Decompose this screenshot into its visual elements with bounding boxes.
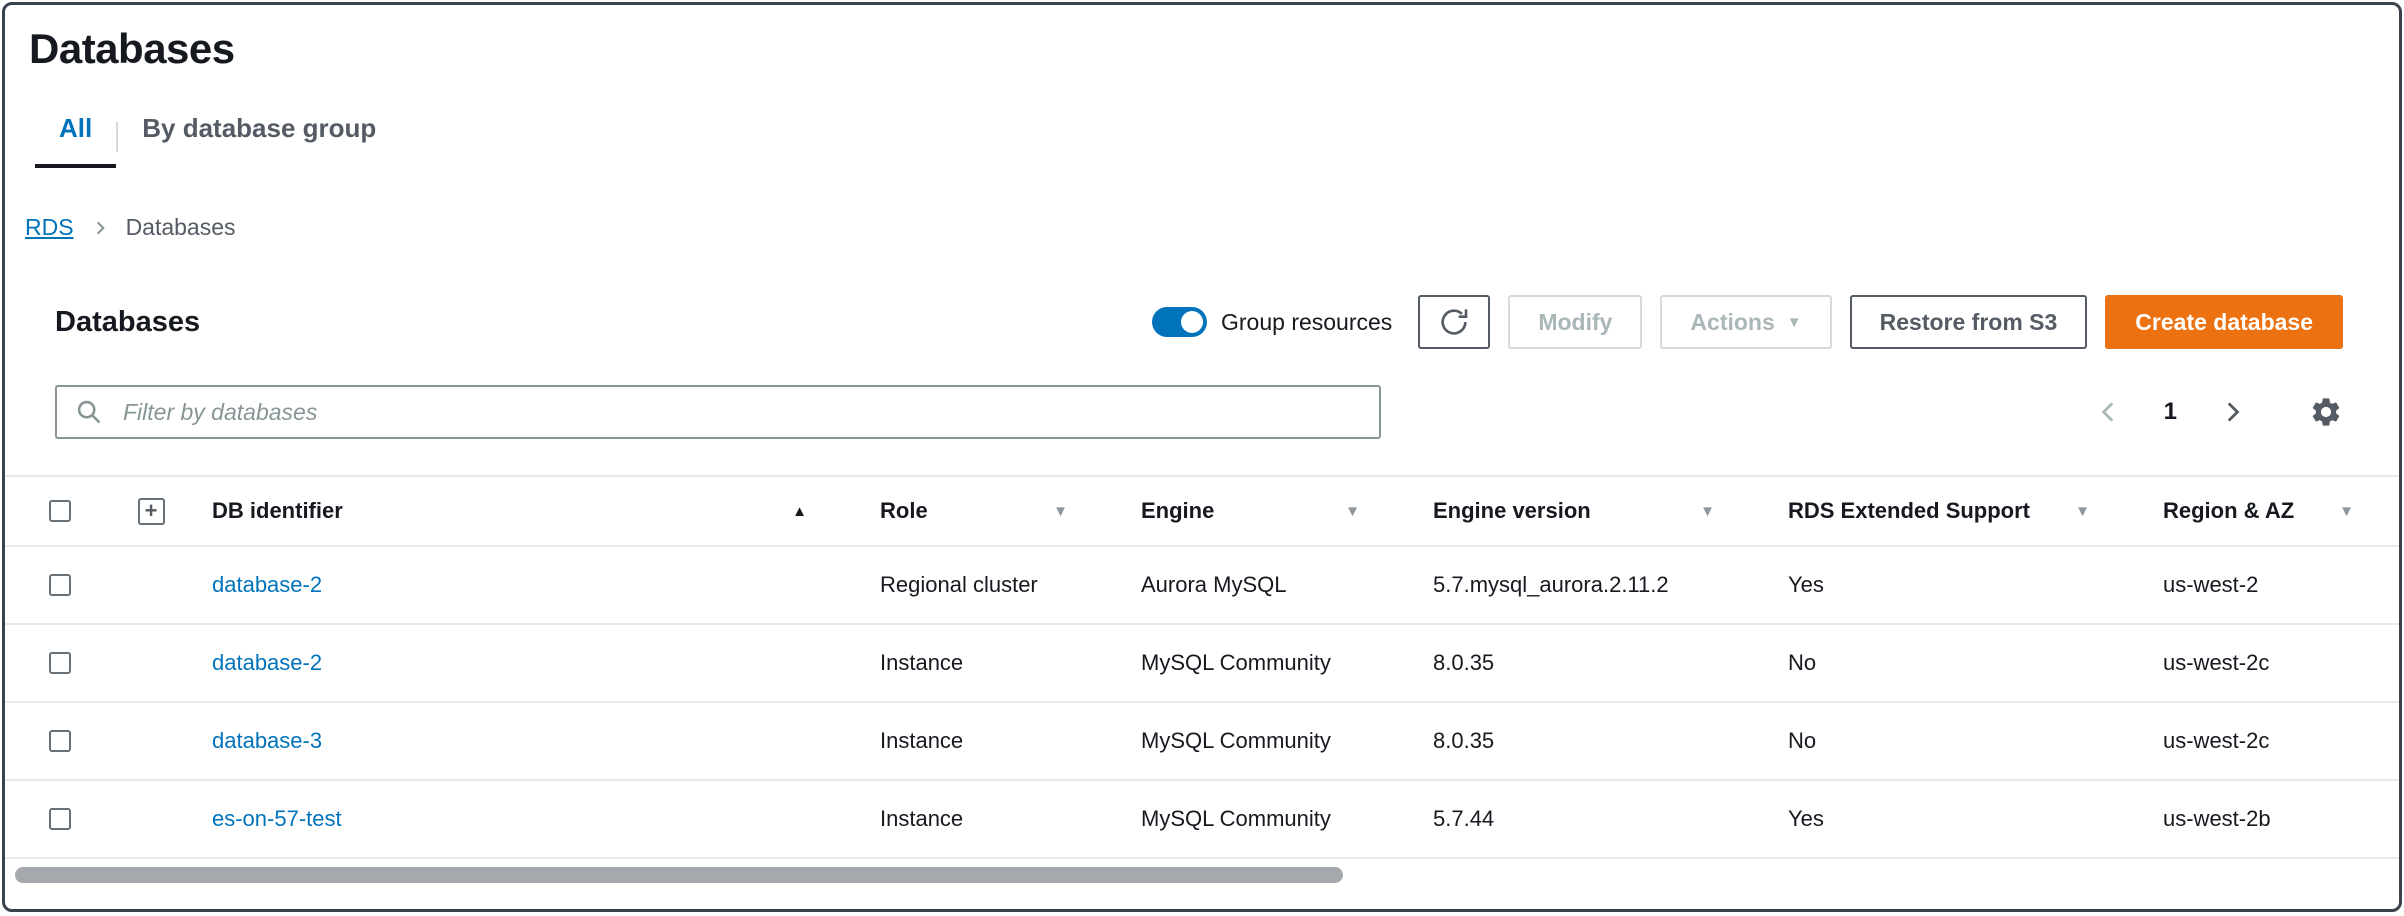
- engine-value: MySQL Community: [1141, 806, 1331, 832]
- role-value: Instance: [880, 728, 963, 754]
- chevron-right-icon: [2219, 399, 2245, 425]
- tab-by-database-group-label: By database group: [142, 113, 376, 143]
- panel-title: Databases: [55, 306, 200, 339]
- column-header-db-identifier[interactable]: DB identifier ▲: [187, 498, 852, 524]
- select-all-checkbox[interactable]: [49, 500, 71, 522]
- column-header-role[interactable]: Role ▼: [852, 498, 1113, 524]
- engine-version-value: 5.7.44: [1433, 806, 1494, 832]
- rds-extended-support-value: No: [1788, 650, 1816, 676]
- modify-button[interactable]: Modify: [1508, 295, 1642, 349]
- caret-down-icon: ▼: [1345, 503, 1360, 520]
- databases-table: + DB identifier ▲ Role ▼ Engine ▼ Engine…: [5, 475, 2399, 859]
- rds-extended-support-value: No: [1788, 728, 1816, 754]
- group-resources-toggle[interactable]: Group resources: [1152, 307, 1392, 337]
- chevron-left-icon: [2096, 399, 2122, 425]
- region-az-value: us-west-2: [2163, 572, 2258, 598]
- filter-row: 1: [55, 385, 2343, 439]
- caret-down-icon: ▼: [2075, 503, 2090, 520]
- gear-icon: [2309, 395, 2343, 429]
- rds-extended-support-value: Yes: [1788, 806, 1824, 832]
- breadcrumb-current: Databases: [126, 214, 236, 241]
- horizontal-scroll-track: [15, 867, 2389, 884]
- role-value: Regional cluster: [880, 572, 1038, 598]
- rds-databases-page: Databases All By database group RDS Data…: [2, 2, 2402, 912]
- table-row: database-2 Instance MySQL Community 8.0.…: [5, 625, 2399, 703]
- table-row: es-on-57-test Instance MySQL Community 5…: [5, 781, 2399, 859]
- role-value: Instance: [880, 806, 963, 832]
- row-checkbox[interactable]: [49, 652, 71, 674]
- tab-all-label: All: [59, 113, 92, 143]
- db-identifier-link[interactable]: es-on-57-test: [212, 806, 342, 832]
- header-expand-cell: +: [115, 498, 187, 525]
- horizontal-scrollbar[interactable]: [15, 867, 1343, 883]
- column-header-region-az[interactable]: Region & AZ ▼: [2135, 498, 2399, 524]
- engine-version-value: 5.7.mysql_aurora.2.11.2: [1433, 572, 1669, 598]
- refresh-button[interactable]: [1418, 295, 1490, 349]
- create-database-button[interactable]: Create database: [2105, 295, 2343, 349]
- column-header-engine-version[interactable]: Engine version ▼: [1405, 498, 1760, 524]
- header-checkbox-cell: [5, 500, 115, 522]
- engine-value: MySQL Community: [1141, 650, 1331, 676]
- filter-input[interactable]: [55, 385, 1381, 439]
- tab-all[interactable]: All: [35, 113, 116, 168]
- table-panel-header: Databases Group resources Modify Actions…: [55, 293, 2343, 351]
- db-identifier-link[interactable]: database-2: [212, 650, 322, 676]
- current-page[interactable]: 1: [2164, 398, 2177, 426]
- sort-ascending-icon: ▲: [792, 503, 807, 520]
- chevron-right-icon: [90, 218, 110, 238]
- column-header-rds-extended-support[interactable]: RDS Extended Support ▼: [1760, 498, 2135, 524]
- engine-value: MySQL Community: [1141, 728, 1331, 754]
- role-value: Instance: [880, 650, 963, 676]
- settings-gear-button[interactable]: [2309, 395, 2343, 429]
- caret-down-icon: ▼: [2339, 503, 2354, 520]
- pagination: 1: [2096, 395, 2343, 429]
- actions-label: Actions: [1690, 309, 1774, 336]
- actions-button[interactable]: Actions ▼: [1660, 295, 1831, 349]
- filter-search-box: [55, 385, 1381, 439]
- table-row: database-2 Regional cluster Aurora MySQL…: [5, 547, 2399, 625]
- breadcrumb: RDS Databases: [25, 214, 2399, 241]
- chevron-down-icon: ▼: [1787, 314, 1802, 331]
- db-identifier-link[interactable]: database-2: [212, 572, 322, 598]
- engine-version-value: 8.0.35: [1433, 650, 1494, 676]
- region-az-value: us-west-2c: [2163, 728, 2269, 754]
- expand-all-icon[interactable]: +: [138, 498, 165, 525]
- group-resources-label: Group resources: [1221, 309, 1392, 336]
- rds-extended-support-value: Yes: [1788, 572, 1824, 598]
- refresh-icon: [1438, 306, 1470, 338]
- table-header-row: + DB identifier ▲ Role ▼ Engine ▼ Engine…: [5, 475, 2399, 547]
- caret-down-icon: ▼: [1053, 503, 1068, 520]
- row-checkbox[interactable]: [49, 574, 71, 596]
- next-page-button[interactable]: [2219, 399, 2245, 425]
- column-header-engine[interactable]: Engine ▼: [1113, 498, 1405, 524]
- toggle-on-icon: [1152, 307, 1207, 337]
- row-checkbox[interactable]: [49, 808, 71, 830]
- breadcrumb-rds-link[interactable]: RDS: [25, 214, 74, 241]
- tabs: All By database group: [5, 113, 2399, 168]
- db-identifier-link[interactable]: database-3: [212, 728, 322, 754]
- panel-controls: Group resources Modify Actions ▼ Restore…: [1152, 295, 2343, 349]
- previous-page-button[interactable]: [2096, 399, 2122, 425]
- engine-value: Aurora MySQL: [1141, 572, 1287, 598]
- region-az-value: us-west-2b: [2163, 806, 2271, 832]
- caret-down-icon: ▼: [1700, 503, 1715, 520]
- page-title: Databases: [5, 5, 2399, 73]
- row-checkbox[interactable]: [49, 730, 71, 752]
- table-row: database-3 Instance MySQL Community 8.0.…: [5, 703, 2399, 781]
- engine-version-value: 8.0.35: [1433, 728, 1494, 754]
- restore-from-s3-button[interactable]: Restore from S3: [1850, 295, 2088, 349]
- tab-by-database-group[interactable]: By database group: [118, 113, 400, 168]
- region-az-value: us-west-2c: [2163, 650, 2269, 676]
